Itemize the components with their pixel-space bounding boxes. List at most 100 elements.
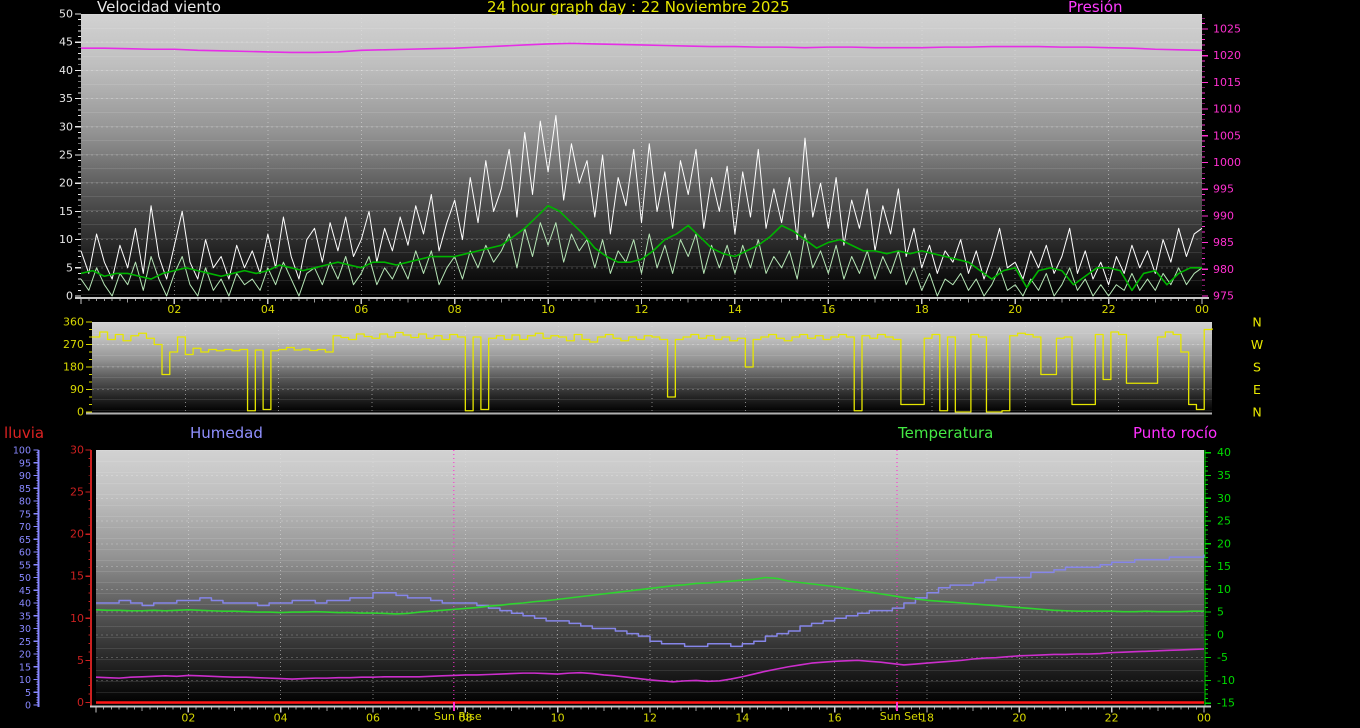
hour-label: 22	[1105, 712, 1119, 725]
axis-label-pressure: 1010	[1213, 103, 1241, 116]
axis-label-temp: -15	[1217, 697, 1235, 710]
hour-label: 06	[366, 712, 380, 725]
axis-label-humidity: 80	[19, 497, 31, 508]
axis-label-pressure: 1020	[1213, 49, 1241, 62]
axis-label-wind: 25	[59, 149, 73, 162]
axis-label-temp: 15	[1217, 560, 1231, 573]
rain-title: lluvia	[4, 426, 44, 441]
axis-label-pressure: 990	[1213, 209, 1234, 222]
axis-label-humidity: 70	[19, 522, 31, 533]
hour-label: 02	[181, 712, 195, 725]
compass-label-N: N	[1252, 405, 1261, 420]
graph-title: 24 hour graph day : 22 Noviembre 2025	[487, 0, 790, 15]
axis-label-rain: 5	[77, 654, 84, 667]
axis-label-wind: 50	[59, 8, 73, 21]
axis-label-wind: 35	[59, 92, 73, 105]
compass-label-N: N	[1252, 315, 1261, 330]
hour-label: 18	[915, 303, 929, 316]
axis-label-pressure: 1015	[1213, 76, 1241, 89]
hour-label: 16	[828, 712, 842, 725]
axis-label-rain: 30	[70, 444, 84, 457]
axis-label-humidity: 45	[19, 586, 31, 597]
axis-label-humidity: 65	[19, 535, 31, 546]
axis-label-rain: 25	[70, 486, 84, 499]
axis-label-rain: 10	[70, 612, 84, 625]
axis-label-pressure: 1005	[1213, 129, 1241, 142]
hour-label: 12	[635, 303, 649, 316]
hour-label: 02	[167, 303, 181, 316]
hour-label: 04	[274, 712, 288, 725]
axis-label-temp: 5	[1217, 606, 1224, 619]
axis-label-pressure: 985	[1213, 236, 1234, 249]
axis-label-wind: 30	[59, 120, 73, 133]
axis-label-humidity: 95	[19, 458, 31, 469]
axis-label-humidity: 20	[19, 650, 31, 661]
compass-label-E: E	[1253, 382, 1261, 397]
temperature-title: Temperatura	[898, 426, 993, 441]
weather-display-24h-graph: 0510152025303540455097598098599099510001…	[0, 0, 1360, 728]
axis-label-pressure: 975	[1213, 290, 1234, 303]
hour-label: 08	[448, 303, 462, 316]
axis-label-temp: 25	[1217, 515, 1231, 528]
axis-label-dir: 270	[63, 338, 84, 351]
hour-label: 16	[821, 303, 835, 316]
axis-label-rain: 15	[70, 570, 84, 583]
pressure-title: Presión	[1068, 0, 1123, 15]
axis-label-wind: 5	[66, 261, 73, 274]
axis-label-pressure: 980	[1213, 263, 1234, 276]
axis-label-pressure: 1000	[1213, 156, 1241, 169]
axis-label-rain: 0	[77, 696, 84, 709]
axis-label-humidity: 50	[19, 573, 31, 584]
axis-label-humidity: 35	[19, 611, 31, 622]
axis-label-wind: 40	[59, 64, 73, 77]
axis-label-dir: 0	[77, 406, 84, 419]
sun-marker-label: Sun Set	[880, 710, 923, 723]
hour-label: 06	[354, 303, 368, 316]
graph-overlay: 0510152025303540455097598098599099510001…	[0, 0, 1360, 728]
axis-label-humidity: 0	[25, 701, 31, 712]
hour-label: 20	[1008, 303, 1022, 316]
axis-label-temp: -5	[1217, 651, 1228, 664]
series-pressure	[81, 43, 1202, 52]
hour-label: 20	[1012, 712, 1026, 725]
axis-label-humidity: 100	[13, 446, 31, 457]
axis-label-humidity: 25	[19, 637, 31, 648]
axis-label-humidity: 5	[25, 688, 31, 699]
axis-label-humidity: 60	[19, 548, 31, 559]
axis-label-dir: 90	[70, 383, 84, 396]
axis-label-humidity: 75	[19, 509, 31, 520]
axis-label-temp: 35	[1217, 469, 1231, 482]
hour-label: 00	[1197, 712, 1211, 725]
hour-label: 14	[728, 303, 742, 316]
sun-marker-label: Sun Rise	[434, 710, 482, 723]
axis-label-temp: 0	[1217, 628, 1224, 641]
dew-point-title: Punto rocío	[1133, 426, 1217, 441]
axis-label-temp: 10	[1217, 583, 1231, 596]
axis-label-wind: 10	[59, 233, 73, 246]
axis-label-wind: 20	[59, 177, 73, 190]
axis-label-temp: 20	[1217, 537, 1231, 550]
axis-label-humidity: 90	[19, 471, 31, 482]
compass-label-S: S	[1253, 360, 1261, 375]
axis-label-rain: 20	[70, 528, 84, 541]
axis-label-pressure: 1025	[1213, 22, 1241, 35]
hour-label: 10	[541, 303, 555, 316]
humidity-title: Humedad	[190, 426, 263, 441]
series-dew_point	[96, 649, 1204, 682]
axis-label-humidity: 30	[19, 624, 31, 635]
axis-label-humidity: 10	[19, 675, 31, 686]
compass-label-W: W	[1251, 337, 1263, 352]
axis-label-humidity: 55	[19, 560, 31, 571]
axis-label-dir: 180	[63, 361, 84, 374]
hour-label: 04	[261, 303, 275, 316]
axis-label-temp: -10	[1217, 674, 1235, 687]
axis-label-humidity: 40	[19, 599, 31, 610]
hour-label: 12	[643, 712, 657, 725]
axis-label-temp: 40	[1217, 446, 1231, 459]
hour-label: 14	[735, 712, 749, 725]
axis-label-temp: 30	[1217, 492, 1231, 505]
hour-label: 00	[1195, 303, 1209, 316]
series-humidity	[96, 555, 1204, 647]
axis-label-humidity: 85	[19, 484, 31, 495]
wind-speed-title: Velocidad viento	[97, 0, 221, 15]
